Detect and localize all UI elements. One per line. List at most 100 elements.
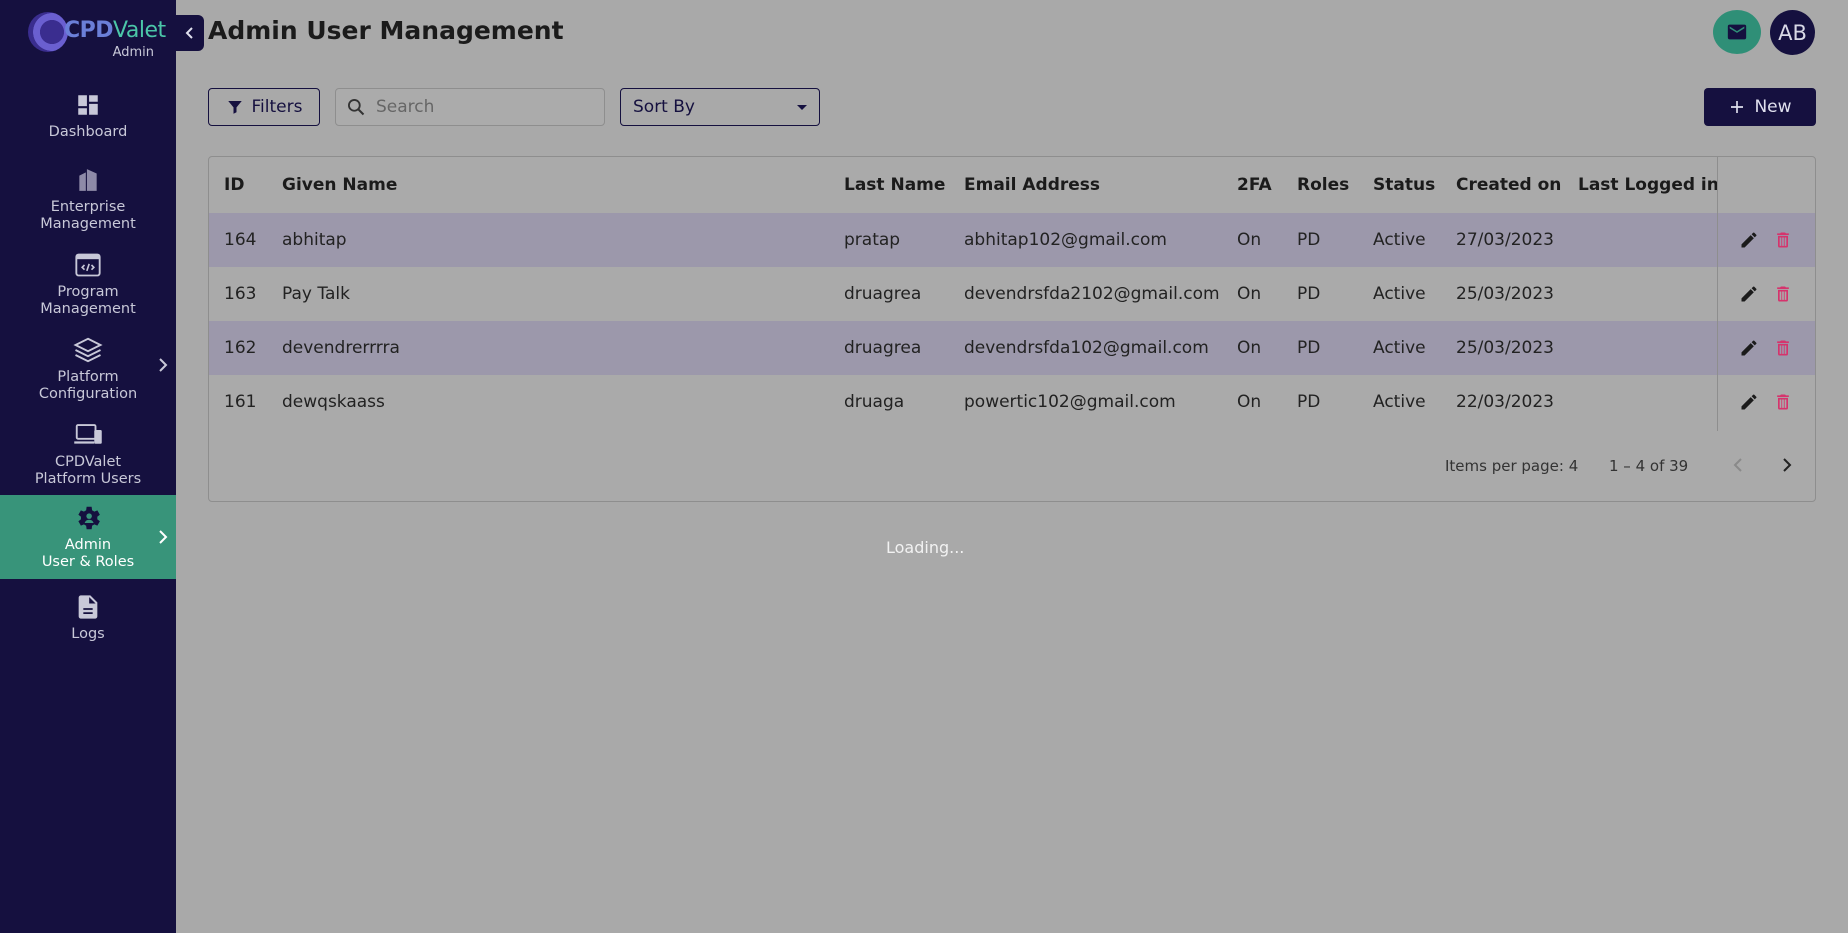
sidebar-item-label: CPDValet Platform Users [34, 454, 142, 487]
new-label: New [1754, 97, 1792, 117]
cell-2fa: On [1237, 338, 1262, 358]
edit-icon[interactable] [1739, 392, 1759, 412]
sidebar-item-logs[interactable]: Logs [0, 592, 176, 652]
column-header-2fa[interactable]: 2FA [1237, 157, 1272, 213]
cell-email: devendrsfda102@gmail.com [964, 338, 1209, 358]
document-icon [73, 592, 103, 622]
search-input[interactable] [376, 97, 576, 117]
messages-button[interactable] [1713, 10, 1761, 54]
cell-roles: PD [1297, 230, 1321, 250]
cell-created-on: 27/03/2023 [1456, 230, 1554, 250]
cell-roles: PD [1297, 284, 1321, 304]
search-icon [348, 99, 365, 116]
chevron-right-icon [159, 530, 168, 544]
cell-created-on: 25/03/2023 [1456, 284, 1554, 304]
brand-name-accent: Valet [113, 18, 166, 43]
actions-column-divider [1717, 157, 1718, 431]
sidebar-item-platform-configuration[interactable]: Platform Configuration [0, 335, 176, 405]
cell-id: 162 [224, 338, 257, 358]
admin-gear-icon [73, 503, 103, 533]
cell-last-name: druaga [844, 392, 905, 412]
cell-email: abhitap102@gmail.com [964, 230, 1167, 250]
chevron-left-icon [185, 27, 193, 39]
building-icon [73, 165, 103, 195]
sidebar-item-program-management[interactable]: Program Management [0, 250, 176, 320]
cell-status: Active [1373, 338, 1426, 358]
user-avatar[interactable]: AB [1770, 10, 1815, 55]
cell-last-name: pratap [844, 230, 901, 250]
cell-given-name: dewqskaass [282, 392, 385, 412]
brand-logo[interactable]: CPDValet Admin [28, 12, 166, 64]
sidebar-item-label: Platform Configuration [38, 369, 138, 402]
paginator: Items per page: 4 1 – 4 of 39 [209, 431, 1815, 501]
column-header-last-name[interactable]: Last Name [844, 157, 945, 213]
sort-by-label: Sort By [633, 97, 695, 117]
cell-given-name: devendrerrrra [282, 338, 400, 358]
column-header-roles[interactable]: Roles [1297, 157, 1349, 213]
loading-indicator: Loading... [886, 538, 965, 557]
table-row[interactable]: 164 abhitap pratap abhitap102@gmail.com … [209, 213, 1815, 267]
logo-mark-icon [28, 12, 68, 52]
page-title: Admin User Management [208, 16, 564, 45]
cell-2fa: On [1237, 230, 1262, 250]
column-header-given-name[interactable]: Given Name [282, 157, 397, 213]
edit-icon[interactable] [1739, 284, 1759, 304]
cell-last-name: druagrea [844, 284, 922, 304]
table-row[interactable]: 163 Pay Talk druagrea devendrsfda2102@gm… [209, 267, 1815, 321]
devices-icon [73, 420, 103, 450]
sidebar-item-label: Enterprise Management [40, 199, 136, 232]
sidebar-item-label: Dashboard [48, 124, 128, 140]
delete-icon[interactable] [1773, 392, 1793, 412]
delete-icon[interactable] [1773, 230, 1793, 250]
search-field[interactable] [335, 88, 605, 126]
sidebar-item-platform-users[interactable]: CPDValet Platform Users [0, 420, 176, 490]
sidebar: CPDValet Admin Dashboard Enterprise Mana… [0, 0, 176, 933]
cell-created-on: 22/03/2023 [1456, 392, 1554, 412]
table-row[interactable]: 162 devendrerrrra druagrea devendrsfda10… [209, 321, 1815, 375]
filter-icon [227, 101, 242, 114]
cell-id: 161 [224, 392, 257, 412]
cell-roles: PD [1297, 392, 1321, 412]
items-per-page-label: Items per page: 4 [1445, 457, 1579, 475]
column-header-created-on[interactable]: Created on [1456, 157, 1561, 213]
sidebar-item-enterprise-management[interactable]: Enterprise Management [0, 165, 176, 235]
row-actions [1739, 321, 1793, 375]
table-header: ID Given Name Last Name Email Address 2F… [209, 157, 1815, 213]
previous-page-icon[interactable] [1729, 455, 1749, 475]
sidebar-collapse-button[interactable] [176, 15, 204, 51]
code-window-icon [73, 250, 103, 280]
dashboard-icon [73, 90, 103, 120]
cell-status: Active [1373, 392, 1426, 412]
sidebar-item-dashboard[interactable]: Dashboard [0, 90, 176, 152]
sort-by-select[interactable]: Sort By [620, 88, 820, 126]
column-header-email[interactable]: Email Address [964, 157, 1100, 213]
delete-icon[interactable] [1773, 284, 1793, 304]
column-header-status[interactable]: Status [1373, 157, 1435, 213]
edit-icon[interactable] [1739, 230, 1759, 250]
delete-icon[interactable] [1773, 338, 1793, 358]
sidebar-item-label: Admin User & Roles [41, 537, 135, 570]
column-header-last-logged-in[interactable]: Last Logged in [1578, 157, 1719, 213]
edit-icon[interactable] [1739, 338, 1759, 358]
brand-name-main: CPD [64, 18, 114, 43]
table-row[interactable]: 161 dewqskaass druaga powertic102@gmail.… [209, 375, 1815, 429]
sidebar-item-admin-user-roles[interactable]: Admin User & Roles [0, 495, 176, 579]
cell-2fa: On [1237, 392, 1262, 412]
row-actions [1739, 267, 1793, 321]
cell-2fa: On [1237, 284, 1262, 304]
filters-button[interactable]: Filters [208, 88, 320, 126]
plus-icon [1731, 101, 1744, 113]
cell-id: 163 [224, 284, 257, 304]
next-page-icon[interactable] [1776, 455, 1796, 475]
column-header-id[interactable]: ID [224, 157, 244, 213]
layers-icon [73, 335, 103, 365]
row-actions [1739, 213, 1793, 267]
cell-roles: PD [1297, 338, 1321, 358]
cell-id: 164 [224, 230, 257, 250]
new-user-button[interactable]: New [1704, 88, 1816, 126]
cell-created-on: 25/03/2023 [1456, 338, 1554, 358]
row-actions [1739, 375, 1793, 429]
cell-status: Active [1373, 284, 1426, 304]
cell-email: powertic102@gmail.com [964, 392, 1176, 412]
sidebar-item-label: Logs [71, 626, 105, 642]
